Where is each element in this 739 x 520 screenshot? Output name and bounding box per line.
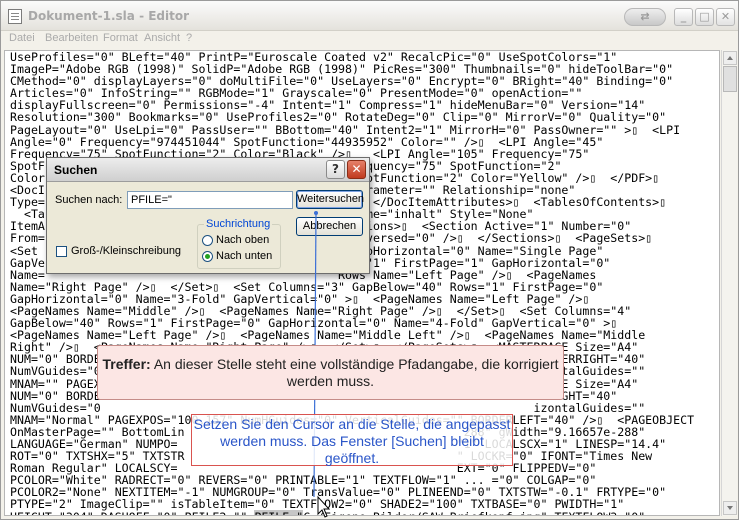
hit-callout-text: An dieser Stelle steht eine vollständige… [150, 356, 559, 389]
hit-callout-lead: Treffer: [102, 356, 151, 372]
mouse-cursor-icon [317, 495, 331, 518]
cursor-callout: Setzen Sie den Cursor an die Stelle, die… [191, 414, 513, 466]
hit-callout: Treffer: An dieser Stelle steht eine vol… [97, 345, 564, 400]
arrow-start-dot [314, 211, 318, 215]
